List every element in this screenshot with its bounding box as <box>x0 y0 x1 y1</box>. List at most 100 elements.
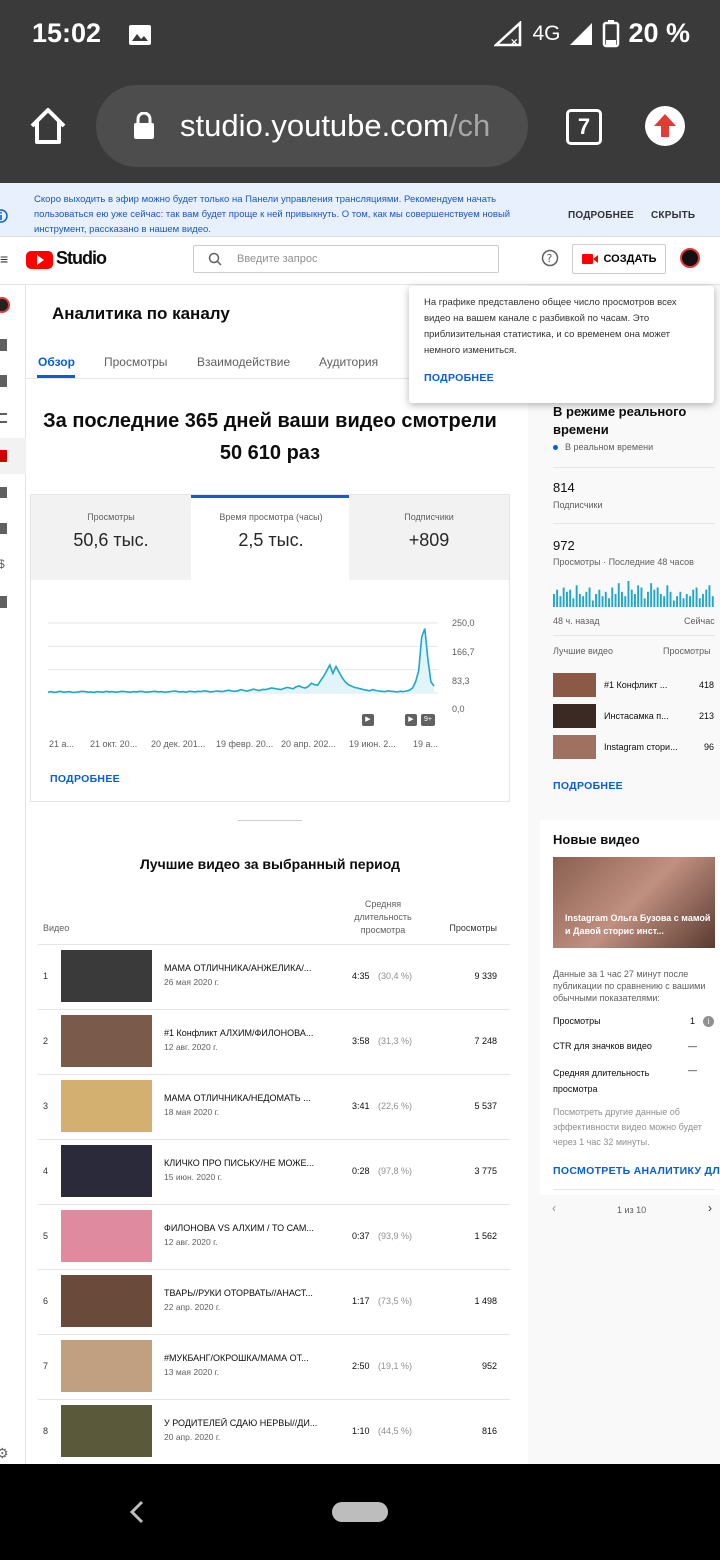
customization-icon[interactable] <box>0 596 7 608</box>
menu-icon[interactable]: ≡ <box>0 251 8 267</box>
tab-audience[interactable]: Аудитория <box>319 355 378 369</box>
bars-end-label: Сейчас <box>684 616 715 626</box>
content-icon[interactable] <box>0 375 7 387</box>
search-input[interactable]: Введите запрос <box>237 253 317 265</box>
realtime-bar <box>689 596 691 607</box>
rt-thumb[interactable] <box>553 735 596 759</box>
realtime-bar <box>611 587 614 607</box>
new-videos-title: Новые видео <box>553 832 640 847</box>
realtime-bar <box>679 591 682 607</box>
realtime-bar <box>647 591 649 607</box>
pager-next-icon[interactable]: › <box>708 1201 712 1215</box>
avatar[interactable] <box>680 248 700 268</box>
video-title[interactable]: МАМА ОТЛИЧНИКА/АНЖЕЛИКА/... <box>164 963 332 973</box>
chart-marker[interactable]: ▶ <box>405 714 417 726</box>
home-icon[interactable] <box>28 106 68 146</box>
video-avg-percent: (19,1 %) <box>378 1361 413 1371</box>
playlists-icon[interactable] <box>0 413 7 423</box>
subtitles-icon[interactable] <box>0 523 7 534</box>
chart-marker[interactable]: 9+ <box>421 714 435 726</box>
video-title[interactable]: #МУКБАНГ/ОКРОШКА/МАМА ОТ... <box>164 1353 332 1363</box>
video-date: 12 авг. 2020 г. <box>164 1237 218 1247</box>
youtube-logo-icon[interactable] <box>26 250 54 270</box>
rt-thumb[interactable] <box>553 673 596 697</box>
gallery-notification-icon <box>129 25 151 45</box>
rt-top-label: Лучшие видео <box>553 646 614 656</box>
video-title[interactable]: ТВАРЬ//РУКИ ОТОРВАТЬ//АНАСТ... <box>164 1288 332 1298</box>
update-button[interactable] <box>645 106 685 146</box>
video-title[interactable]: МАМА ОТЛИЧНИКА/НЕДОМАТЬ ... <box>164 1093 332 1103</box>
series-line[interactable] <box>48 628 435 694</box>
rt-video-title[interactable]: Instagram стори... <box>604 742 682 752</box>
settings-icon[interactable]: ⚙ <box>0 1445 9 1462</box>
video-avg-duration: 0:28 <box>352 1166 370 1176</box>
url-text[interactable]: studio.youtube.com/ch <box>180 108 490 144</box>
create-button[interactable]: СОЗДАТЬ <box>572 244 666 274</box>
video-views: 5 537 <box>474 1101 497 1111</box>
tab-overview[interactable]: Обзор <box>38 355 75 369</box>
home-pill[interactable] <box>332 1502 388 1522</box>
realtime-bar <box>559 596 562 607</box>
row-divider <box>38 1009 510 1010</box>
metric-subscribers[interactable]: Подписчики +809 <box>349 495 509 580</box>
tab-engagement[interactable]: Взаимодействие <box>197 355 290 369</box>
signal-icon <box>570 22 593 45</box>
realtime-more-link[interactable]: ПОДРОБНЕЕ <box>553 780 623 792</box>
realtime-bar-chart[interactable] <box>553 579 715 609</box>
realtime-bar <box>608 598 610 607</box>
video-date: 12 авг. 2020 г. <box>164 1042 218 1052</box>
video-thumbnail[interactable] <box>61 1275 152 1327</box>
pager-prev-icon[interactable]: ‹ <box>552 1201 556 1215</box>
dashboard-icon[interactable] <box>0 339 7 351</box>
realtime-bar <box>575 585 578 607</box>
video-date: 26 мая 2020 г. <box>164 977 220 987</box>
info-icon[interactable]: i <box>703 1016 714 1027</box>
x-tick: 21 окт. 20... <box>90 739 138 749</box>
rt-video-title[interactable]: Инстасамка п... <box>604 711 682 721</box>
video-thumbnail[interactable] <box>61 1405 152 1457</box>
android-nav-bar <box>0 1464 720 1560</box>
video-views: 1 562 <box>474 1231 497 1241</box>
back-icon[interactable] <box>128 1500 148 1524</box>
tooltip-more-link[interactable]: ПОДРОБНЕЕ <box>424 372 494 384</box>
video-thumbnail[interactable] <box>61 1080 152 1132</box>
live-dot <box>553 445 558 450</box>
video-thumbnail[interactable] <box>61 950 152 1002</box>
realtime-bar <box>588 587 591 607</box>
view-analytics-link[interactable]: ПОСМОТРЕТЬ АНАЛИТИКУ ДЛЯ <box>553 1165 720 1177</box>
tooltip-text: На графике представлено общее число прос… <box>424 297 677 356</box>
analytics-more-link[interactable]: ПОДРОБНЕЕ <box>50 773 120 785</box>
realtime-bar <box>569 589 572 607</box>
comments-icon[interactable] <box>0 487 7 498</box>
video-views: 816 <box>481 1426 497 1436</box>
banner-hide-button[interactable]: СКРЫТЬ <box>651 210 695 221</box>
video-title[interactable]: КЛИЧКО ПРО ПИСЬКУ/НЕ МОЖЕ... <box>164 1158 332 1168</box>
help-icon[interactable]: ? <box>541 249 559 267</box>
metric-views[interactable]: Просмотры 50,6 тыс. <box>31 495 191 580</box>
subs-label: Подписчики <box>553 500 603 510</box>
monetization-icon[interactable]: $ <box>0 557 5 571</box>
studio-logo-text[interactable]: Studio <box>56 248 107 269</box>
best-videos-title: Лучшие видео за выбранный период <box>139 856 401 872</box>
realtime-title: В режиме реального времени <box>553 404 687 437</box>
video-title[interactable]: #1 Конфликт АЛХИМ/ФИЛОНОВА... <box>164 1028 332 1038</box>
rt-video-title[interactable]: #1 Конфликт ... <box>604 680 682 690</box>
video-title[interactable]: У РОДИТЕЛЕЙ СДАЮ НЕРВЫ//ДИ... <box>164 1418 332 1428</box>
metric-watch-time[interactable]: Время просмотра (часы) 2,5 тыс. <box>191 495 351 580</box>
video-rank: 7 <box>43 1361 49 1371</box>
tab-views[interactable]: Просмотры <box>104 355 167 369</box>
banner-more-button[interactable]: ПОДРОБНЕЕ <box>568 210 634 221</box>
video-thumbnail[interactable] <box>61 1210 152 1262</box>
rt-thumb[interactable] <box>553 704 596 728</box>
video-views: 9 339 <box>474 971 497 981</box>
video-title[interactable]: ФИЛОНОВА VS АЛХИМ / ТО САМ... <box>164 1223 332 1233</box>
chart-marker[interactable]: ▶ <box>362 714 374 726</box>
tab-switcher-button[interactable]: 7 <box>566 109 602 145</box>
views-line-chart[interactable] <box>48 613 446 723</box>
video-thumbnail[interactable] <box>61 1340 152 1392</box>
row-divider <box>38 1139 510 1140</box>
create-label: СОЗДАТЬ <box>603 253 657 265</box>
divider <box>553 467 715 468</box>
video-thumbnail[interactable] <box>61 1015 152 1067</box>
video-thumbnail[interactable] <box>61 1145 152 1197</box>
